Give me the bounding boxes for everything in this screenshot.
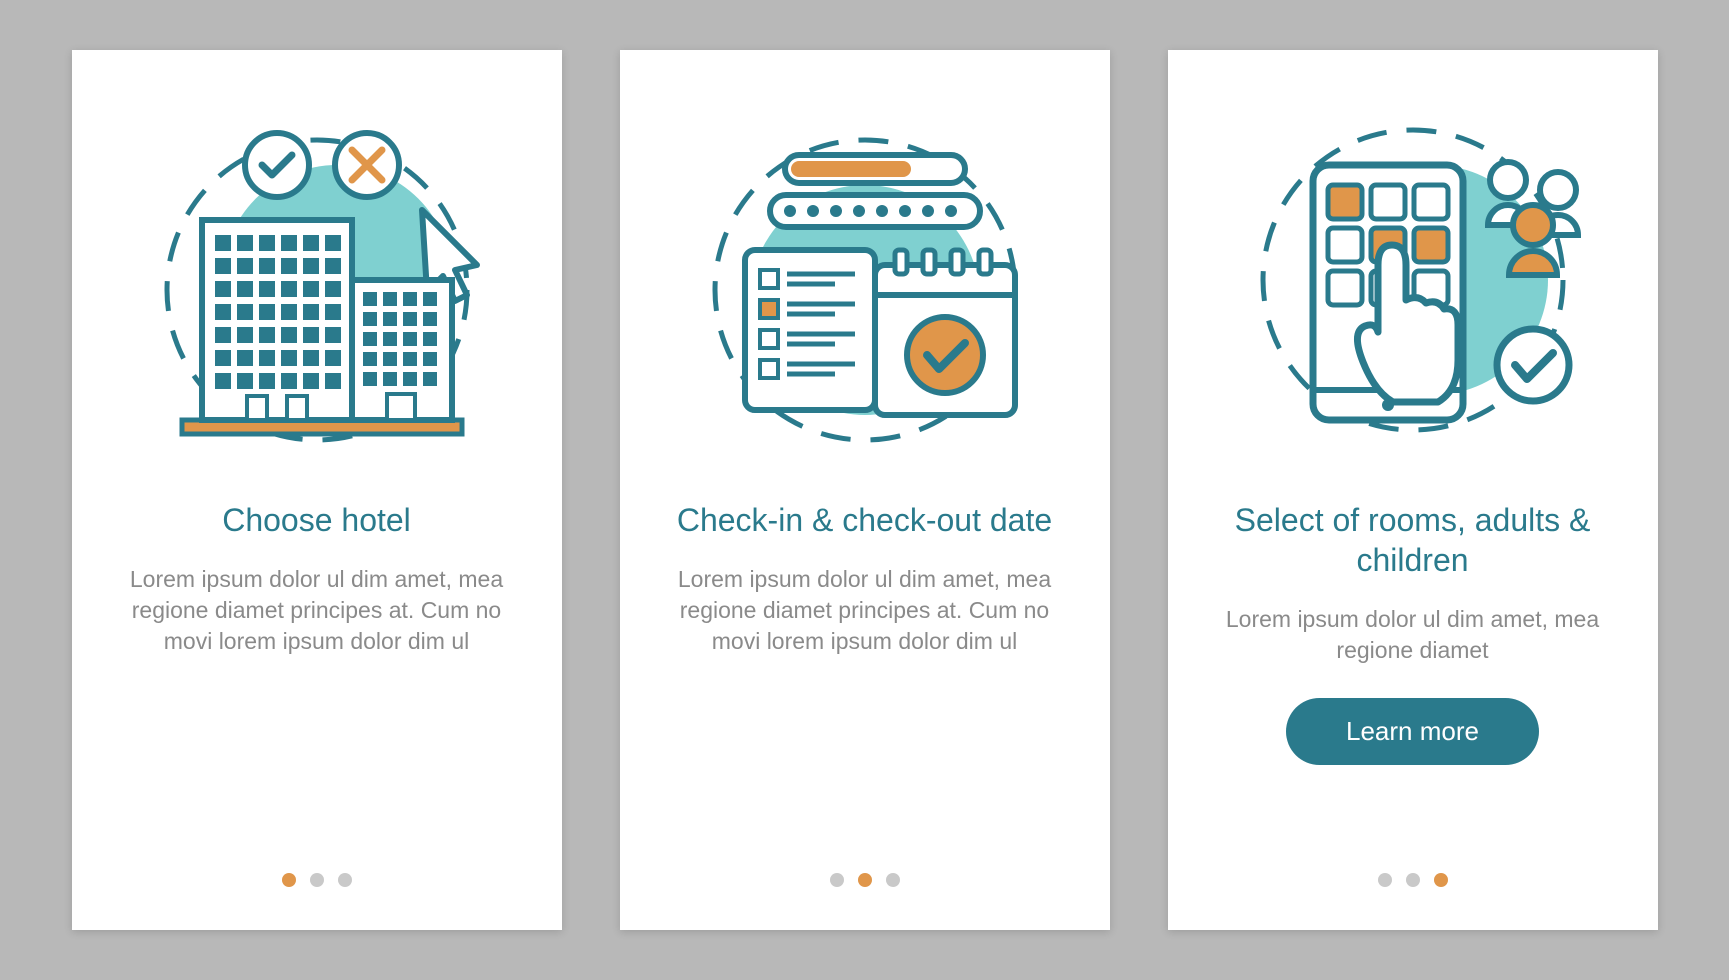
dot-2[interactable] xyxy=(1406,873,1420,887)
onboarding-card-1: Choose hotel Lorem ipsum dolor ul dim am… xyxy=(72,50,562,930)
dot-3[interactable] xyxy=(338,873,352,887)
dot-2[interactable] xyxy=(858,873,872,887)
page-dots xyxy=(830,873,900,895)
card-title: Select of rooms, adults & children xyxy=(1218,500,1608,580)
card-title: Choose hotel xyxy=(222,500,411,540)
dot-1[interactable] xyxy=(282,873,296,887)
hotel-buildings-icon xyxy=(127,90,507,470)
dot-3[interactable] xyxy=(1434,873,1448,887)
dot-1[interactable] xyxy=(1378,873,1392,887)
page-dots xyxy=(282,873,352,895)
dot-1[interactable] xyxy=(830,873,844,887)
card-body: Lorem ipsum dolor ul dim amet, mea regio… xyxy=(122,564,512,657)
dot-3[interactable] xyxy=(886,873,900,887)
calendar-checkin-icon xyxy=(675,90,1055,470)
learn-more-button[interactable]: Learn more xyxy=(1286,698,1539,765)
card-body: Lorem ipsum dolor ul dim amet, mea regio… xyxy=(1218,604,1608,666)
card-body: Lorem ipsum dolor ul dim amet, mea regio… xyxy=(670,564,1060,657)
phone-select-icon xyxy=(1223,90,1603,470)
page-dots xyxy=(1378,873,1448,895)
onboarding-card-3: Select of rooms, adults & children Lorem… xyxy=(1168,50,1658,930)
card-title: Check-in & check-out date xyxy=(677,500,1052,540)
onboarding-card-2: Check-in & check-out date Lorem ipsum do… xyxy=(620,50,1110,930)
dot-2[interactable] xyxy=(310,873,324,887)
